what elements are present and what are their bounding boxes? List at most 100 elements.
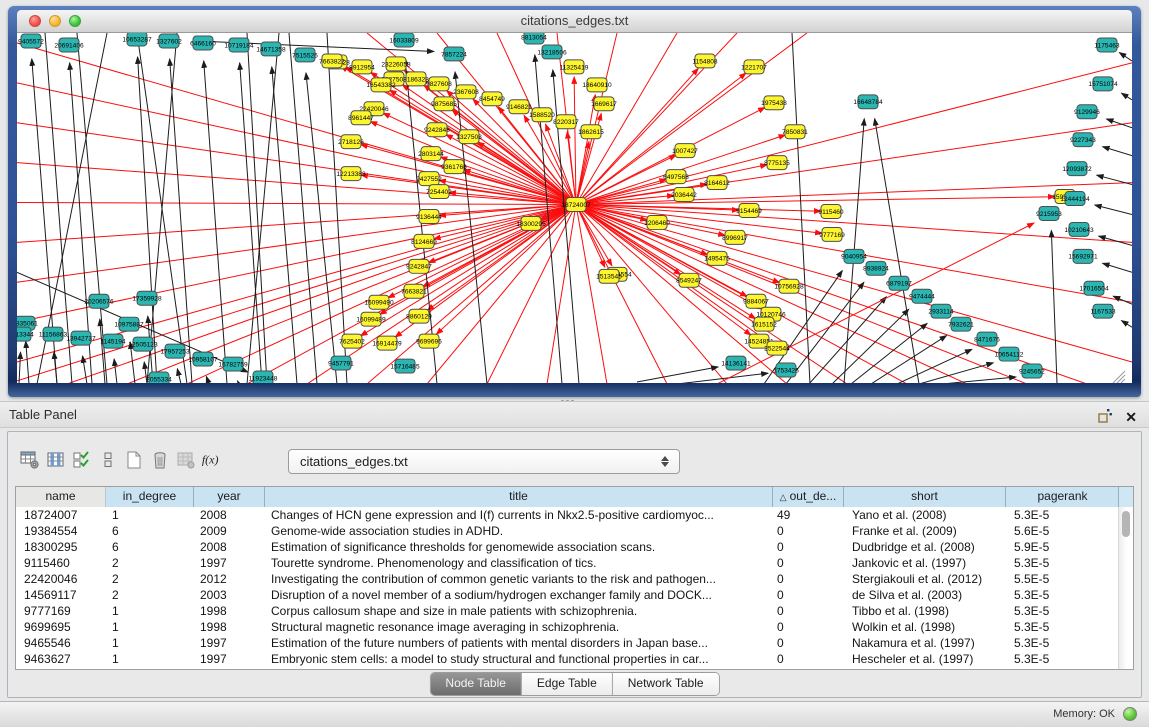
graph-node[interactable]: 12505123 [128, 337, 158, 351]
graph-node[interactable]: 10756928 [774, 279, 804, 293]
graph-node[interactable]: 1669617 [591, 97, 617, 111]
table-row[interactable]: 911546021997Tourette syndrome. Phenomeno… [16, 555, 1133, 571]
function-builder-icon[interactable]: f(x) [200, 448, 224, 472]
table-selector-dropdown[interactable]: citations_edges.txt [288, 449, 680, 474]
graph-node[interactable]: 7663822 [319, 54, 345, 68]
tab-node-table[interactable]: Node Table [430, 673, 522, 695]
graph-node[interactable]: 9215953 [1036, 207, 1062, 221]
graph-node[interactable]: 9777169 [819, 227, 845, 241]
network-window-titlebar[interactable]: citations_edges.txt [17, 10, 1132, 33]
graph-node[interactable]: 8549247 [676, 273, 702, 287]
graph-node[interactable]: 7850831 [782, 125, 808, 139]
graph-node[interactable]: 10958107 [188, 352, 218, 366]
graph-node[interactable]: 9884067 [743, 294, 769, 308]
graph-node[interactable]: 1975438 [761, 96, 787, 110]
graph-node[interactable]: 9227343 [1070, 133, 1096, 147]
tab-network-table[interactable]: Network Table [613, 673, 719, 695]
graph-node[interactable]: 8938924 [863, 261, 889, 275]
graph-node[interactable]: 9361766 [441, 160, 467, 174]
graph-node[interactable]: 7625402 [339, 334, 365, 348]
graph-node[interactable]: 10654112 [995, 347, 1024, 361]
graph-node[interactable]: 16782759 [218, 357, 248, 371]
zoom-traffic-light[interactable] [69, 15, 81, 27]
close-traffic-light[interactable] [29, 15, 41, 27]
graph-node[interactable]: 8813054 [521, 33, 547, 44]
graph-node[interactable]: 17016504 [1079, 281, 1109, 295]
graph-node[interactable]: 18640910 [582, 78, 612, 92]
graph-node[interactable]: 10719184 [224, 38, 254, 52]
table-row[interactable]: 946554611997Estimation of the future num… [16, 635, 1133, 651]
graph-node[interactable]: 1862615 [578, 125, 604, 139]
table-row[interactable]: 977716911998Corpus callosum shape and si… [16, 603, 1133, 619]
graph-node[interactable]: 6466160 [190, 36, 216, 50]
graph-node[interactable]: 12444194 [1060, 192, 1090, 206]
graph-node[interactable]: 8220317 [553, 115, 579, 129]
graph-node[interactable]: 2522544 [764, 341, 790, 355]
graph-node[interactable]: 9474444 [909, 289, 935, 303]
delete-table-icon[interactable] [148, 448, 172, 472]
row-height-icon[interactable] [96, 448, 120, 472]
import-table-disabled-icon[interactable] [174, 448, 198, 472]
graph-node[interactable]: 1154808 [692, 54, 717, 68]
column-header-out_de[interactable]: △out_de... [773, 487, 844, 507]
tab-edge-table[interactable]: Edge Table [522, 673, 613, 695]
graph-node[interactable]: 6879197 [886, 276, 912, 290]
table-row[interactable]: 946362711997Embryonic stem cells: a mode… [16, 651, 1133, 667]
graph-node[interactable]: 6497568 [663, 170, 689, 184]
graph-node[interactable]: 8775135 [764, 156, 790, 170]
graph-node[interactable]: 9136444 [416, 209, 442, 223]
graph-node[interactable]: 7932621 [948, 317, 974, 331]
graph-node[interactable]: 9827608 [426, 77, 452, 91]
table-row[interactable]: 2242004622012Investigating the contribut… [16, 571, 1133, 587]
graph-node[interactable]: 8912954 [349, 60, 375, 74]
column-header-title[interactable]: title [265, 487, 773, 507]
graph-node[interactable]: 9129946 [1074, 105, 1100, 119]
select-columns-icon[interactable] [44, 448, 68, 472]
graph-node[interactable]: 8471676 [974, 332, 1000, 346]
graph-node[interactable]: 15716485 [390, 359, 420, 373]
graph-node[interactable]: 16099489 [356, 312, 386, 326]
graph-node[interactable]: 1175463 [1094, 38, 1119, 52]
graph-node[interactable]: 1167533 [1090, 304, 1115, 318]
graph-node[interactable]: 1327602 [156, 34, 182, 48]
network-canvas[interactable]: 1872400788601288912954232260589827508165… [17, 33, 1132, 383]
scrollbar-thumb[interactable] [1122, 511, 1130, 537]
graph-node[interactable]: 11923448 [249, 371, 278, 383]
graph-node[interactable]: 20206576 [84, 294, 114, 308]
graph-node[interactable]: 12213383 [336, 167, 366, 181]
graph-node[interactable]: 9040954 [841, 249, 867, 263]
graph-node[interactable]: 1615152 [751, 317, 777, 331]
graph-node[interactable]: 7663821 [401, 284, 427, 298]
graph-node[interactable]: 9242848 [424, 123, 450, 137]
graph-node[interactable]: 10975887 [114, 317, 144, 331]
graph-node[interactable]: 2055334 [146, 372, 172, 383]
table-settings-icon[interactable] [18, 448, 42, 472]
graph-node[interactable]: 9242847 [406, 259, 432, 273]
graph-node[interactable]: 2036442 [671, 188, 697, 202]
graph-node[interactable]: 2803144 [418, 147, 444, 161]
graph-node[interactable]: 8860129 [406, 309, 432, 323]
graph-node[interactable]: 20691406 [54, 38, 84, 52]
graph-node[interactable]: 11325419 [560, 60, 589, 74]
graph-node[interactable]: 16914479 [372, 336, 402, 350]
table-row[interactable]: 969969511998Structural magnetic resonanc… [16, 619, 1133, 635]
graph-node[interactable]: 9875685 [431, 97, 457, 111]
minimize-traffic-light[interactable] [49, 15, 61, 27]
graph-node[interactable]: 2367608 [453, 85, 479, 99]
graph-node[interactable]: 11156863 [39, 327, 68, 341]
graph-node[interactable]: 8454749 [479, 92, 505, 106]
citation-network-graph[interactable]: 1872400788601288912954232260589827508165… [17, 33, 1132, 383]
graph-node[interactable]: 16033809 [389, 33, 419, 47]
graph-node[interactable]: 7857224 [441, 47, 467, 61]
graph-node[interactable]: 10210643 [1064, 222, 1094, 236]
column-header-pagerank[interactable]: pagerank [1006, 487, 1120, 507]
graph-node[interactable]: 15692971 [1068, 249, 1098, 263]
graph-node[interactable]: 13942737 [66, 331, 96, 345]
graph-node[interactable]: 9427552 [416, 172, 442, 186]
column-header-short[interactable]: short [844, 487, 1006, 507]
graph-node[interactable]: 1221707 [741, 60, 767, 74]
graph-node[interactable]: 9115460 [818, 205, 843, 219]
graph-node[interactable]: 1753426 [773, 363, 799, 377]
close-panel-icon[interactable]: ✕ [1125, 405, 1137, 430]
graph-node[interactable]: 2718126 [338, 135, 364, 149]
